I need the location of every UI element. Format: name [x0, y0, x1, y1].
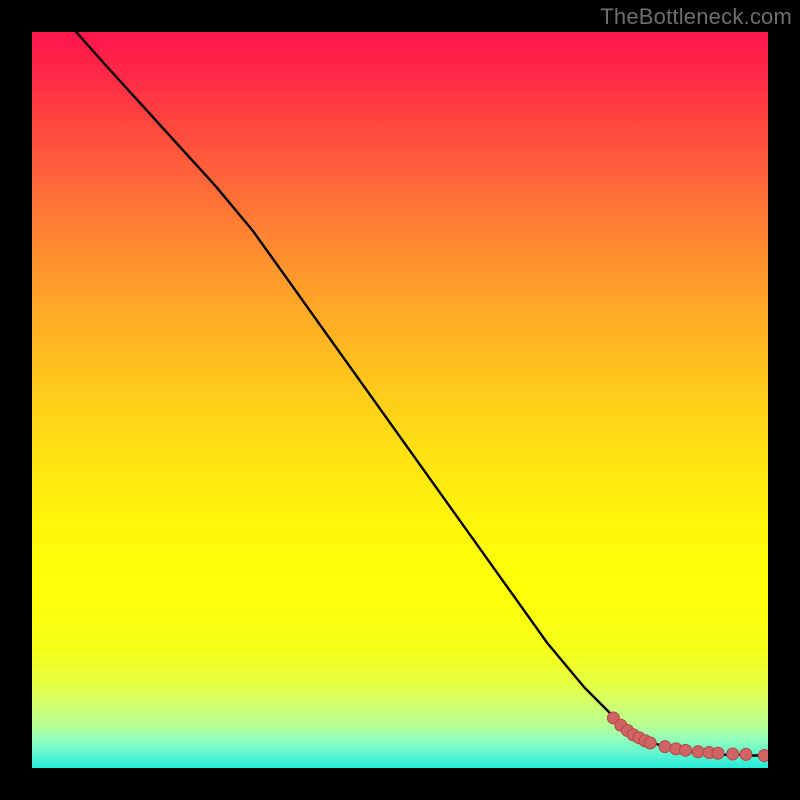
bottleneck-point: [712, 747, 724, 759]
chart-stage: TheBottleneck.com: [0, 0, 800, 800]
bottleneck-point: [758, 749, 768, 761]
bottleneck-point: [740, 748, 752, 760]
plot-area: [32, 32, 768, 768]
bottleneck-point: [727, 748, 739, 760]
bottleneck-point: [644, 737, 656, 749]
bottleneck-curve: [76, 32, 768, 755]
bottleneck-point: [692, 746, 704, 758]
watermark-text: TheBottleneck.com: [600, 4, 792, 30]
bottleneck-markers: [607, 712, 768, 762]
bottleneck-point: [680, 744, 692, 756]
chart-overlay-svg: [32, 32, 768, 768]
bottleneck-point: [659, 741, 671, 753]
